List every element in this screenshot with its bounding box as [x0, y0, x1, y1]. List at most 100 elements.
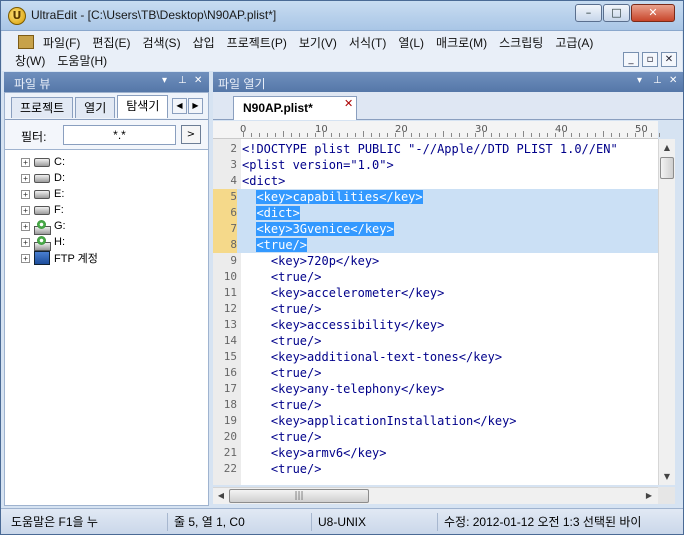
- scroll-left-icon[interactable]: ◀: [213, 488, 229, 504]
- maximize-button[interactable]: □: [603, 4, 630, 22]
- ruler-tick: [379, 133, 380, 137]
- expand-icon[interactable]: +: [21, 189, 30, 199]
- horizontal-scroll-thumb[interactable]: |||: [229, 489, 369, 503]
- code-line[interactable]: 20 <true/>: [213, 429, 658, 445]
- line-number: 7: [213, 221, 237, 237]
- mdi-minimize-icon[interactable]: _: [623, 52, 639, 67]
- code-line[interactable]: 2 <!DOCTYPE plist PUBLIC "-//Apple//DTD P…: [213, 141, 658, 157]
- code-line[interactable]: 7 <key>3Gvenice</key>: [213, 221, 658, 237]
- tree-item-d[interactable]: + D:: [21, 170, 65, 186]
- status-selection: 선택된 바이: [582, 515, 642, 529]
- code-line[interactable]: 3 <plist version="1.0">: [213, 157, 658, 173]
- expand-icon[interactable]: +: [21, 205, 30, 215]
- code-line[interactable]: 6 <dict>: [213, 205, 658, 221]
- ruler-label: 30: [475, 124, 488, 135]
- hard-drive-icon: [34, 173, 50, 183]
- menu-advanced[interactable]: 고급(A): [549, 34, 599, 51]
- menu-scripting[interactable]: 스크립팅: [493, 34, 549, 51]
- ruler-tick: [483, 131, 484, 137]
- panel-pin-icon[interactable]: ⊥: [178, 75, 187, 86]
- ruler-tick: [515, 133, 516, 137]
- code-editor[interactable]: 2 <!DOCTYPE plist PUBLIC "-//Apple//DTD P…: [213, 139, 658, 485]
- code-line[interactable]: 10 <true/>: [213, 269, 658, 285]
- menu-search[interactable]: 검색(S): [136, 34, 186, 51]
- tree-item-label: C:: [54, 156, 65, 168]
- panel-menu-icon[interactable]: ▾: [637, 75, 642, 86]
- menu-help[interactable]: 도움말(H): [51, 52, 113, 69]
- line-number: 2: [230, 142, 237, 155]
- minimize-button[interactable]: –: [575, 4, 602, 22]
- expand-icon[interactable]: +: [21, 157, 30, 167]
- menu-column[interactable]: 열(L): [392, 34, 430, 51]
- menu-edit[interactable]: 편집(E): [86, 34, 136, 51]
- file-view-title: 파일 뷰: [14, 77, 51, 91]
- code-line[interactable]: 14 <true/>: [213, 333, 658, 349]
- menu-file[interactable]: 파일(F): [37, 34, 86, 51]
- code-line[interactable]: 21 <key>armv6</key>: [213, 445, 658, 461]
- menu-window[interactable]: 창(W): [2, 52, 51, 69]
- menu-view[interactable]: 보기(V): [293, 34, 343, 51]
- panel-close-icon[interactable]: ✕: [669, 75, 677, 86]
- expand-icon[interactable]: +: [21, 253, 30, 263]
- tab-explorer[interactable]: 탐색기: [117, 95, 169, 118]
- vertical-scroll-thumb[interactable]: [660, 157, 674, 179]
- ruler-tick: [491, 133, 492, 137]
- code-line[interactable]: 11 <key>accelerometer</key>: [213, 285, 658, 301]
- code-line[interactable]: 17 <key>any-telephony</key>: [213, 381, 658, 397]
- code-line[interactable]: 8 <true/>: [213, 237, 658, 253]
- code-line[interactable]: 16 <true/>: [213, 365, 658, 381]
- tree-item-ftp[interactable]: + FTP 계정: [21, 250, 98, 266]
- tree-item-f[interactable]: + F:: [21, 202, 64, 218]
- panel-close-icon[interactable]: ✕: [194, 75, 202, 86]
- file-tab-n90ap[interactable]: N90AP.plist* ✕: [233, 96, 357, 120]
- panel-menu-icon[interactable]: ▾: [162, 75, 167, 86]
- code-line[interactable]: 15 <key>additional-text-tones</key>: [213, 349, 658, 365]
- vertical-scrollbar[interactable]: ▲ ▼: [658, 139, 675, 485]
- menu-insert[interactable]: 삽입: [187, 34, 221, 51]
- close-button[interactable]: ✕: [631, 4, 675, 22]
- code-line[interactable]: 22 <true/>: [213, 461, 658, 477]
- tree-item-g[interactable]: + G:: [21, 218, 66, 235]
- filter-apply-button[interactable]: >: [181, 125, 201, 144]
- menu-format[interactable]: 서식(T): [343, 34, 392, 51]
- tree-item-e[interactable]: + E:: [21, 186, 64, 202]
- tab-project[interactable]: 프로젝트: [11, 97, 74, 118]
- code-line[interactable]: 13 <key>accessibility</key>: [213, 317, 658, 333]
- expand-icon[interactable]: +: [21, 173, 30, 183]
- mdi-restore-icon[interactable]: ▫: [642, 52, 658, 67]
- ruler-label: 10: [315, 124, 328, 135]
- tab-scroll-right-icon[interactable]: ▶: [188, 98, 203, 114]
- expand-icon[interactable]: +: [21, 221, 30, 231]
- dvd-drive-icon: [34, 235, 51, 251]
- code-line[interactable]: 12 <true/>: [213, 301, 658, 317]
- code-text: <true/>: [242, 334, 322, 348]
- line-number: 4: [230, 174, 237, 187]
- scroll-right-icon[interactable]: ▶: [641, 488, 657, 504]
- panel-pin-icon[interactable]: ⊥: [653, 75, 662, 86]
- expand-icon[interactable]: +: [21, 237, 30, 247]
- title-bar[interactable]: U UltraEdit - [C:\Users\TB\Desktop\N90AP…: [1, 1, 683, 31]
- ultraedit-app-icon[interactable]: U: [8, 7, 26, 25]
- tree-item-c[interactable]: + C:: [21, 154, 65, 170]
- tab-scroll-left-icon[interactable]: ◀: [172, 98, 187, 114]
- code-line[interactable]: 9 <key>720p</key>: [213, 253, 658, 269]
- open-files-title: 파일 열기: [218, 77, 266, 91]
- menu-macro[interactable]: 매크로(M): [430, 34, 493, 51]
- scroll-down-icon[interactable]: ▼: [659, 468, 675, 485]
- tab-open[interactable]: 열기: [75, 97, 116, 118]
- mdi-close-icon[interactable]: ✕: [661, 52, 677, 67]
- code-line[interactable]: 5 <key>capabilities</key>: [213, 189, 658, 205]
- tree-item-h[interactable]: + H:: [21, 234, 65, 251]
- filter-input[interactable]: *.*: [63, 125, 176, 145]
- ruler-tick: [347, 133, 348, 137]
- close-tab-icon[interactable]: ✕: [344, 97, 353, 110]
- code-line[interactable]: 18 <true/>: [213, 397, 658, 413]
- code-line[interactable]: 4 <dict>: [213, 173, 658, 189]
- document-menu-icon[interactable]: [18, 35, 34, 49]
- ruler-tick: [419, 133, 420, 137]
- horizontal-scrollbar[interactable]: ◀ ||| ▶: [213, 487, 658, 504]
- ruler-tick: [243, 131, 244, 137]
- scroll-up-icon[interactable]: ▲: [659, 139, 675, 156]
- menu-project[interactable]: 프로젝트(P): [221, 34, 293, 51]
- code-line[interactable]: 19 <key>applicationInstallation</key>: [213, 413, 658, 429]
